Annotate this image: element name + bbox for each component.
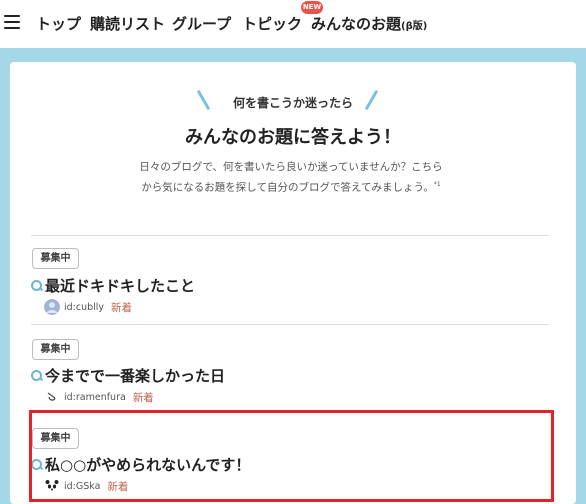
divider [31, 324, 548, 325]
footnote-link[interactable]: *1 [434, 181, 441, 188]
nav-item-groups[interactable]: グループ [172, 13, 231, 34]
topic-author: id:ramenfura 新着 [44, 389, 154, 405]
hero-eyebrow: 何を書こうか迷ったら [232, 96, 353, 110]
topic-title: 最近ドキドキしたこと [45, 277, 196, 295]
new-label: 新着 [132, 391, 154, 404]
nav-item-topics[interactable]: トピック [242, 13, 302, 34]
status-badge: 募集中 [32, 248, 79, 269]
hero-description-text: 日々のブログで、何を書いたら良いか迷っていませんか？こちらから気になるお題を探し… [139, 161, 443, 194]
person-avatar-icon [44, 299, 60, 315]
author-id[interactable]: id:ramenfura [64, 392, 126, 403]
ramen-avatar-icon [44, 389, 60, 405]
nav-item-top[interactable]: トップ [36, 13, 81, 34]
top-navigation: トップ 購読リスト グループ トピック みんなのお題(β版) NEW [0, 0, 586, 46]
search-icon [31, 369, 43, 382]
hero-headline: みんなのお題に答えよう！ [185, 127, 401, 148]
topic-link[interactable]: 最近ドキドキしたこと [31, 275, 195, 296]
status-badge: 募集中 [32, 339, 79, 360]
hamburger-menu-icon[interactable] [4, 15, 20, 29]
nav-item-subscriptions[interactable]: 購読リスト [90, 13, 165, 34]
topic-link[interactable]: 今までで一番楽しかった日 [31, 365, 225, 386]
new-badge: NEW [301, 1, 323, 14]
author-id[interactable]: id:cublly [64, 302, 104, 313]
nav-odai-beta: (β版) [401, 21, 428, 32]
topic-author: id:cublly 新着 [44, 299, 132, 315]
divider [31, 235, 548, 236]
nav-item-odai[interactable]: みんなのお題(β版) [311, 13, 427, 34]
hero-description: 日々のブログで、何を書いたら良いか迷っていませんか？こちらから気になるお題を探し… [136, 158, 446, 197]
highlight-box [29, 410, 554, 502]
new-label: 新着 [111, 301, 133, 314]
topic-title: 今までで一番楽しかった日 [45, 367, 226, 385]
search-icon [31, 279, 43, 292]
nav-odai-label: みんなのお題 [311, 15, 402, 33]
